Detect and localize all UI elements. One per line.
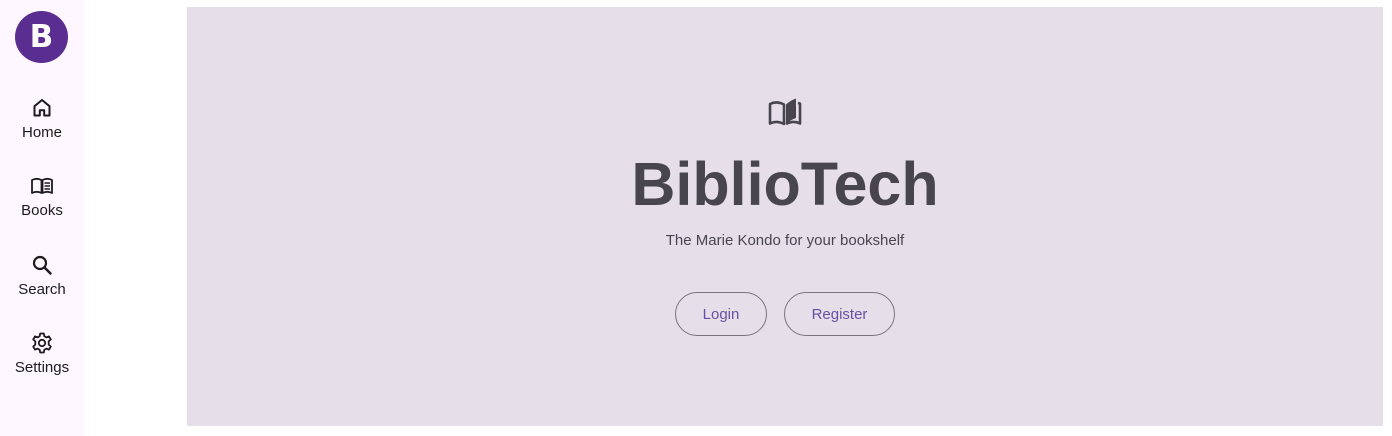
tagline: The Marie Kondo for your bookshelf [665, 232, 905, 249]
home-icon [33, 99, 51, 117]
nav-item-label: Books [21, 202, 63, 219]
nav-item-home[interactable]: Home [0, 94, 84, 158]
book-icon [31, 177, 53, 194]
app-title: BiblioTech [631, 150, 939, 218]
nav-item-label: Home [21, 124, 62, 141]
search-icon [32, 255, 52, 275]
brand-logo[interactable]: B [15, 11, 68, 63]
nav-item-search[interactable]: Search [0, 251, 84, 315]
nav-item-label: Search [18, 281, 66, 298]
navigation-rail: B Home Books Search Settings [0, 0, 84, 436]
nav-item-books[interactable]: Books [0, 172, 84, 236]
nav-item-settings[interactable]: Settings [0, 329, 84, 393]
brand-logo-letter: B [29, 19, 54, 55]
login-button[interactable]: Login [675, 292, 767, 336]
gear-icon [32, 332, 52, 354]
register-button[interactable]: Register [784, 292, 895, 336]
nav-item-label: Settings [14, 359, 70, 376]
hero-banner: BiblioTech The Marie Kondo for your book… [187, 7, 1383, 426]
open-book-icon [768, 98, 802, 126]
